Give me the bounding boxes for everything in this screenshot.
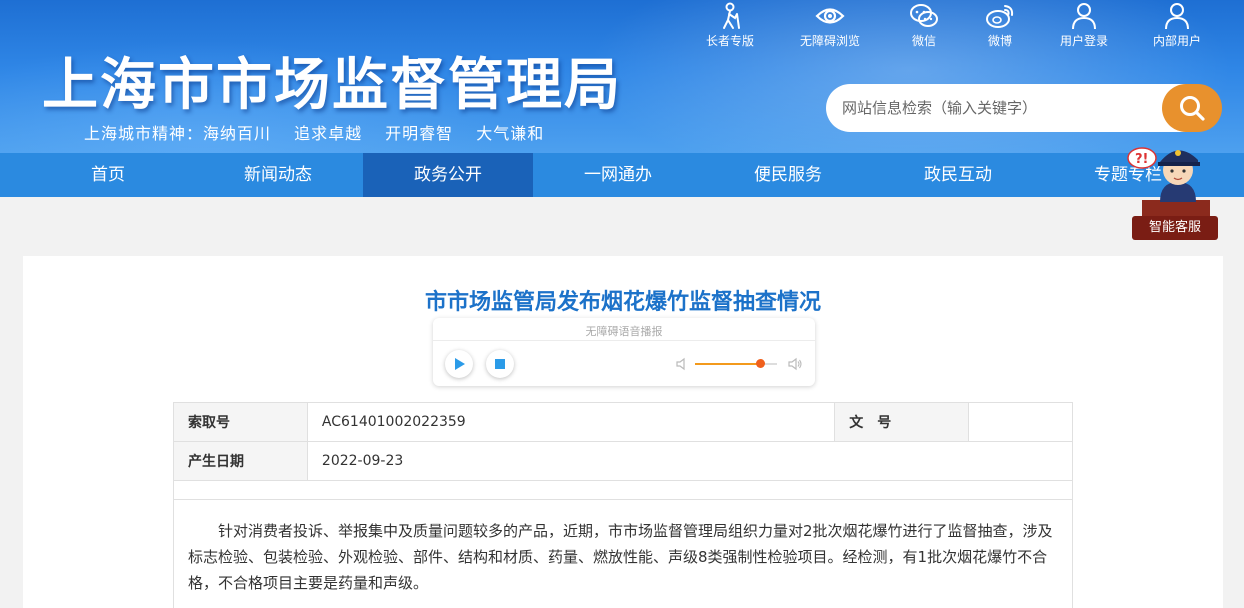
smart-assistant[interactable]: ?! 智能客服: [1120, 138, 1230, 244]
tool-label: 微博: [987, 34, 1012, 48]
eye-icon: [815, 8, 845, 24]
internal-user-link[interactable]: 内部用户: [1137, 2, 1217, 49]
volume-low-icon: [676, 357, 685, 371]
document-number-label: 文 号: [834, 402, 970, 442]
article-panel: 市市场监管局发布烟花爆竹监督抽查情况 无障碍语音播报 索取号 AC6140100…: [23, 256, 1223, 608]
tool-label: 微信: [911, 34, 936, 48]
nav-item-public-services[interactable]: 便民服务: [703, 153, 873, 197]
site-header: 上海市市场监督管理局 上海城市精神：海纳百川 追求卓越 开明睿智 大气谦和 长者…: [0, 0, 1244, 153]
article-title: 市市场监管局发布烟花爆竹监督抽查情况: [424, 290, 821, 315]
weibo-link[interactable]: 微博: [960, 2, 1040, 49]
assistant-label[interactable]: 智能客服: [1132, 216, 1218, 240]
play-button[interactable]: [445, 350, 473, 378]
search-icon: [1180, 96, 1205, 121]
elder-mode-link[interactable]: 长者专版: [690, 2, 770, 49]
tool-label: 内部用户: [1152, 34, 1201, 48]
svg-text:?!: ?!: [1135, 152, 1148, 167]
table-row: 产生日期 2022-09-23: [173, 441, 1074, 481]
user-login-link[interactable]: 用户登录: [1044, 2, 1124, 49]
city-slogan: 上海城市精神：海纳百川 追求卓越 开明睿智 大气谦和: [84, 124, 545, 143]
volume-knob[interactable]: [756, 359, 766, 368]
tool-label: 用户登录: [1059, 34, 1108, 48]
date-value: 2022-09-23: [306, 441, 1074, 481]
nav-item-government-affairs[interactable]: 政务公开: [363, 153, 533, 197]
index-number-value: AC61401002022359: [306, 402, 836, 442]
user-icon: [1072, 3, 1096, 30]
volume-fill: [695, 363, 761, 365]
elder-icon: [723, 2, 740, 29]
player-divider: [433, 340, 815, 341]
table-row: 索取号 AC61401002022359 文 号: [173, 402, 1073, 442]
stop-icon: [495, 359, 505, 369]
volume-high-icon: [788, 357, 802, 371]
nav-item-online-services[interactable]: 一网通办: [533, 153, 703, 197]
player-caption: 无障碍语音播报: [585, 325, 663, 338]
weibo-icon: [986, 5, 1014, 28]
stop-button[interactable]: [486, 350, 514, 378]
article-body: 针对消费者投诉、举报集中及质量问题较多的产品，近期，市市场监督管理局组织力量对2…: [173, 500, 1073, 608]
date-label: 产生日期: [173, 441, 308, 481]
search-button[interactable]: [1162, 84, 1222, 132]
wechat-icon: [910, 4, 938, 27]
site-title[interactable]: 上海市市场监督管理局: [42, 40, 622, 121]
main-nav: 首页 新闻动态 政务公开 一网通办 便民服务 政民互动 专题专栏: [0, 153, 1244, 197]
user-icon: [1165, 3, 1189, 30]
document-number-value: [968, 402, 1073, 442]
wechat-link[interactable]: 微信: [884, 2, 964, 49]
index-number-label: 索取号: [173, 402, 308, 442]
accessibility-link[interactable]: 无障碍浏览: [790, 2, 870, 49]
search-input[interactable]: 网站信息检索（输入关键字）: [826, 84, 1186, 132]
page: 上海市市场监督管理局 上海城市精神：海纳百川 追求卓越 开明睿智 大气谦和 长者…: [0, 0, 1244, 608]
nav-item-home[interactable]: 首页: [23, 153, 193, 197]
tool-label: 长者专版: [705, 34, 754, 48]
meta-table-footer: [173, 480, 1073, 500]
assistant-mascot-icon: ?!: [1127, 147, 1210, 222]
nav-item-news[interactable]: 新闻动态: [193, 153, 363, 197]
play-icon: [455, 358, 465, 370]
article-paragraph: 针对消费者投诉、举报集中及质量问题较多的产品，近期，市市场监督管理局组织力量对2…: [188, 522, 1053, 592]
nav-item-interaction[interactable]: 政民互动: [873, 153, 1043, 197]
volume-slider[interactable]: [695, 359, 777, 368]
top-toolbar: 长者专版 无障碍浏览 微信 微博 用户登录 内部用户: [690, 0, 1230, 50]
document-meta-table: 索取号 AC61401002022359 文 号 产生日期 2022-09-23: [173, 402, 1074, 481]
tool-label: 无障碍浏览: [799, 34, 860, 48]
audio-player: 无障碍语音播报: [433, 318, 815, 386]
site-search: 网站信息检索（输入关键字）: [826, 84, 1222, 132]
